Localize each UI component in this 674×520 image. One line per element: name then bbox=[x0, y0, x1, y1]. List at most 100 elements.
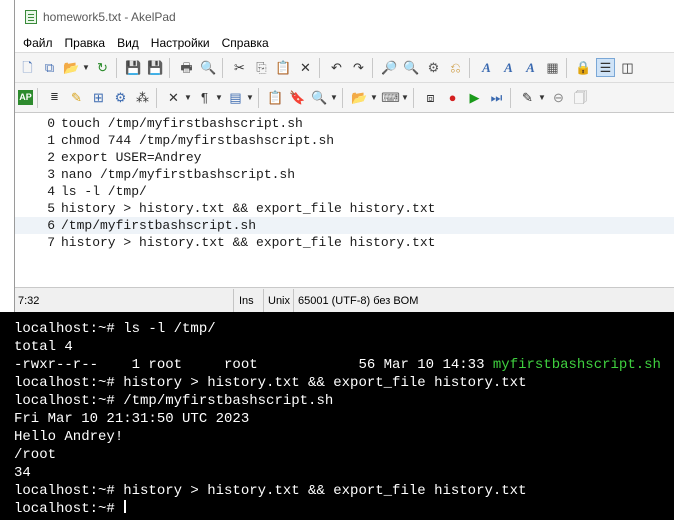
menu-file[interactable]: Файл bbox=[18, 36, 58, 50]
editor-line-current[interactable]: 6/tmp/myfirstbashscript.sh bbox=[15, 217, 674, 234]
terminal-line: /root bbox=[14, 447, 57, 463]
toolbar-separator bbox=[258, 87, 259, 108]
cut-icon[interactable]: ✂ bbox=[230, 58, 249, 77]
font-icon[interactable]: A bbox=[477, 58, 496, 77]
line-number: 3 bbox=[47, 167, 55, 182]
replace-icon[interactable]: ⎌ bbox=[446, 58, 465, 77]
play-icon[interactable]: ▶ bbox=[465, 88, 484, 107]
title-bar[interactable]: homework5.txt - AkelPad bbox=[15, 0, 674, 33]
terminal[interactable]: localhost:~# ls -l /tmp/ total 4 -rwxr--… bbox=[0, 312, 674, 520]
editor-line[interactable]: 5 history > history.txt && export_file hi… bbox=[15, 200, 674, 217]
scripts-dropdown-icon[interactable]: ▼ bbox=[538, 93, 546, 102]
clipboard-icon[interactable]: 📋 bbox=[266, 88, 285, 107]
line-text[interactable]: history > history.txt && export_file his… bbox=[61, 200, 435, 217]
explorer-dropdown-icon[interactable]: ▼ bbox=[370, 93, 378, 102]
menu-settings[interactable]: Настройки bbox=[146, 36, 215, 50]
explorer-icon[interactable]: 📂 bbox=[350, 88, 369, 107]
line-text[interactable]: /tmp/myfirstbashscript.sh bbox=[61, 217, 256, 234]
window-dropdown-icon[interactable]: ▼ bbox=[246, 93, 254, 102]
lock-icon[interactable]: 🔒 bbox=[574, 58, 593, 77]
menu-edit[interactable]: Правка bbox=[60, 36, 111, 50]
keyboard-dropdown-icon[interactable]: ▼ bbox=[401, 93, 409, 102]
plugin-icon[interactable]: AP bbox=[18, 90, 33, 105]
editor-line[interactable]: 0 touch /tmp/myfirstbashscript.sh bbox=[15, 115, 674, 132]
editor-line[interactable]: 7 history > history.txt && export_file hi… bbox=[15, 234, 674, 251]
line-text[interactable]: history > history.txt && export_file his… bbox=[61, 234, 435, 251]
open-dropdown-icon[interactable]: ▼ bbox=[82, 63, 90, 72]
close-tags-dropdown-icon[interactable]: ▼ bbox=[184, 93, 192, 102]
code-fold-icon[interactable]: ⊞ bbox=[89, 88, 108, 107]
redo-icon[interactable]: ↷ bbox=[349, 58, 368, 77]
font-plus-icon[interactable]: A bbox=[499, 58, 518, 77]
macro-icon[interactable]: ⧈ bbox=[421, 88, 440, 107]
save-icon[interactable]: 💾 bbox=[124, 58, 143, 77]
about-icon[interactable]: 🗍 bbox=[571, 88, 590, 107]
editor-line[interactable]: 4 ls -l /tmp/ bbox=[15, 183, 674, 200]
find-next-icon[interactable]: 🔍 bbox=[402, 58, 421, 77]
line-text[interactable]: ls -l /tmp/ bbox=[61, 183, 147, 200]
pilcrow-dropdown-icon[interactable]: ▼ bbox=[215, 93, 223, 102]
new-file-icon[interactable]: 🗋 bbox=[18, 58, 37, 77]
close-tags-icon[interactable]: ✕ bbox=[164, 88, 183, 107]
terminal-line: localhost:~# /tmp/myfirstbashscript.sh bbox=[14, 393, 334, 409]
toolbar-separator bbox=[413, 87, 414, 108]
toolbar-separator bbox=[510, 87, 511, 108]
window-icon[interactable]: ▤ bbox=[226, 88, 245, 107]
save-all-icon[interactable]: 💾 bbox=[146, 58, 165, 77]
highlight-icon[interactable]: ✎ bbox=[67, 88, 86, 107]
line-text[interactable]: touch /tmp/myfirstbashscript.sh bbox=[61, 115, 303, 132]
font-minus-icon[interactable]: A bbox=[521, 58, 540, 77]
editor-line[interactable]: 2 export USER=Andrey bbox=[15, 149, 674, 166]
print-preview-icon[interactable]: 🔍 bbox=[199, 58, 218, 77]
record-icon[interactable]: ● bbox=[443, 88, 462, 107]
encoding[interactable]: 65001 (UTF-8) без BOM bbox=[294, 289, 418, 312]
search-doc-icon[interactable]: 🔍 bbox=[310, 88, 329, 107]
keyboard-icon[interactable]: ⌨ bbox=[381, 88, 400, 107]
copy-icon[interactable]: ⎘ bbox=[252, 58, 271, 77]
terminal-line-ls: -rwxr--r-- 1 root root 56 Mar 10 14:33 m… bbox=[14, 356, 661, 374]
word-wrap-icon[interactable]: ☰ bbox=[596, 58, 615, 77]
line-text[interactable]: nano /tmp/myfirstbashscript.sh bbox=[61, 166, 295, 183]
special-chars-icon[interactable]: ⁂ bbox=[133, 88, 152, 107]
akelpad-window: homework5.txt - AkelPad Файл Правка Вид … bbox=[14, 0, 674, 312]
terminal-prompt[interactable]: localhost:~# bbox=[14, 500, 127, 518]
toolbar-separator bbox=[372, 57, 373, 78]
insert-mode[interactable]: Ins bbox=[234, 289, 264, 312]
line-number: 5 bbox=[47, 201, 55, 216]
split-window-icon[interactable]: ◫ bbox=[618, 58, 637, 77]
menu-help[interactable]: Справка bbox=[217, 36, 274, 50]
new-window-icon[interactable]: ⧉ bbox=[40, 58, 59, 77]
go-to-icon[interactable]: ⚙ bbox=[424, 58, 443, 77]
secondary-toolbar: AP ≣ ✎ ⊞ ⚙ ⁂ ✕ ▼ ¶ ▼ ▤ ▼ 📋 🔖 🔍 ▼ 📂 ▼ ⌨ ▼… bbox=[15, 82, 674, 112]
bookmark-icon[interactable]: 🔖 bbox=[288, 88, 307, 107]
editor-line[interactable]: 3 nano /tmp/myfirstbashscript.sh bbox=[15, 166, 674, 183]
line-numbers-icon[interactable]: ≣ bbox=[45, 88, 64, 107]
line-number: 6 bbox=[47, 218, 55, 233]
paste-icon[interactable]: 📋 bbox=[274, 58, 293, 77]
pilcrow-icon[interactable]: ¶ bbox=[195, 88, 214, 107]
text-editor[interactable]: 0 touch /tmp/myfirstbashscript.sh 1 chmod … bbox=[15, 112, 674, 288]
play-repeat-icon[interactable]: ⏭ bbox=[487, 88, 506, 107]
editor-line[interactable]: 1 chmod 744 /tmp/myfirstbashscript.sh bbox=[15, 132, 674, 149]
terminal-line: total 4 bbox=[14, 339, 73, 355]
toolbar-separator bbox=[469, 57, 470, 78]
color-theme-icon[interactable]: ▦ bbox=[543, 58, 562, 77]
line-text[interactable]: export USER=Andrey bbox=[61, 149, 201, 166]
reopen-icon[interactable]: ↻ bbox=[93, 58, 112, 77]
terminal-line: Fri Mar 10 21:31:50 UTC 2023 bbox=[14, 411, 250, 427]
toolbar-separator bbox=[319, 57, 320, 78]
delete-icon[interactable]: ✕ bbox=[296, 58, 315, 77]
ls-entry: -rwxr--r-- 1 root root 56 Mar 10 14:33 bbox=[14, 357, 493, 373]
undo-icon[interactable]: ↶ bbox=[327, 58, 346, 77]
options-icon[interactable]: ⊖ bbox=[549, 88, 568, 107]
menu-view[interactable]: Вид bbox=[112, 36, 144, 50]
line-ending[interactable]: Unix bbox=[264, 289, 294, 312]
open-folder-icon[interactable]: 📂 bbox=[62, 58, 81, 77]
cursor-position[interactable]: 7:32 bbox=[15, 289, 234, 312]
scripts-icon[interactable]: ✎ bbox=[518, 88, 537, 107]
autocomplete-icon[interactable]: ⚙ bbox=[111, 88, 130, 107]
find-icon[interactable]: 🔎 bbox=[380, 58, 399, 77]
search-dropdown-icon[interactable]: ▼ bbox=[330, 93, 338, 102]
line-text[interactable]: chmod 744 /tmp/myfirstbashscript.sh bbox=[61, 132, 334, 149]
print-icon[interactable]: 🖶 bbox=[177, 58, 196, 77]
